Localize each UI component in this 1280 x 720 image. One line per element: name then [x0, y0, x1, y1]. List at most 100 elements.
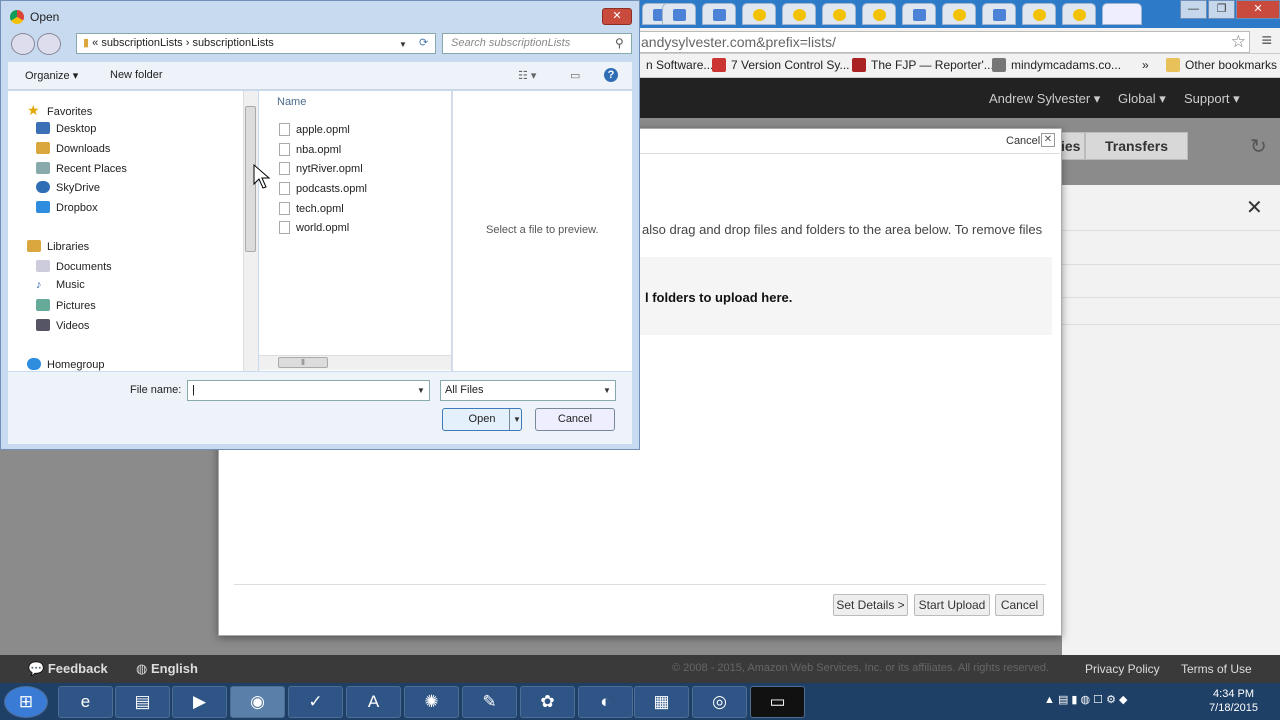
- browser-tab[interactable]: [662, 3, 696, 25]
- file-type-select[interactable]: All Files ▼: [440, 380, 616, 401]
- bookmark-item[interactable]: The FJP — Reporter'...: [852, 58, 994, 72]
- file-item[interactable]: nytRiver.opml: [279, 162, 363, 175]
- menu-icon[interactable]: ≡: [1261, 30, 1272, 51]
- bookmark-item[interactable]: n Software...: [646, 58, 713, 72]
- app-icon[interactable]: A: [346, 686, 401, 718]
- terminal-icon[interactable]: ▭: [750, 686, 805, 718]
- open-button[interactable]: Open ▼: [442, 408, 522, 431]
- explorer-icon[interactable]: ▤: [115, 686, 170, 718]
- chevron-down-icon[interactable]: ▼: [509, 409, 521, 430]
- modal-close-icon[interactable]: ✕: [1041, 133, 1055, 147]
- region-menu[interactable]: Global ▾: [1118, 91, 1166, 107]
- browser-tab[interactable]: [902, 3, 936, 25]
- column-header-name[interactable]: Name: [277, 96, 306, 108]
- chevron-down-icon[interactable]: ▼: [399, 35, 407, 54]
- browser-tab[interactable]: [1062, 3, 1096, 25]
- tray-icons[interactable]: ▲ ▤ ▮ ◍ ☐ ⚙ ◆: [1044, 693, 1127, 706]
- browser-tab[interactable]: [782, 3, 816, 25]
- chevron-down-icon[interactable]: ▼: [417, 381, 425, 400]
- start-button[interactable]: ⊞: [4, 686, 48, 718]
- bookmark-item[interactable]: 7 Version Control Sy...: [712, 58, 850, 72]
- breadcrumb-item[interactable]: subscriptionLists: [192, 37, 273, 49]
- breadcrumb-item[interactable]: subscriptionLists: [101, 37, 182, 49]
- user-menu[interactable]: Andrew Sylvester ▾: [989, 91, 1100, 107]
- window-close-button[interactable]: ✕: [1236, 0, 1280, 19]
- ie-icon[interactable]: e: [58, 686, 113, 718]
- browser-tab[interactable]: [942, 3, 976, 25]
- browser-tab[interactable]: [702, 3, 736, 25]
- close-icon[interactable]: ✕: [1246, 195, 1263, 220]
- nav-music[interactable]: ♪ Music: [36, 279, 85, 291]
- modal-cancel-link[interactable]: Cancel: [1006, 135, 1040, 147]
- paint-icon[interactable]: ✿: [520, 686, 575, 718]
- privacy-link[interactable]: Privacy Policy: [1085, 662, 1160, 676]
- app-icon[interactable]: ◎: [692, 686, 747, 718]
- nav-homegroup[interactable]: Homegroup: [27, 358, 104, 371]
- tab-transfers[interactable]: Transfers: [1085, 132, 1188, 160]
- new-tab-button[interactable]: [1102, 3, 1142, 25]
- start-upload-button[interactable]: Start Upload: [914, 594, 990, 616]
- bookmark-item[interactable]: mindymcadams.co...: [992, 58, 1121, 72]
- preview-pane-icon[interactable]: ▭: [570, 69, 580, 82]
- nav-libraries[interactable]: Libraries: [27, 240, 89, 253]
- firefox-icon[interactable]: ◐: [578, 686, 633, 718]
- refresh-icon[interactable]: ⟳: [419, 34, 428, 53]
- browser-tab[interactable]: [862, 3, 896, 25]
- search-input[interactable]: Search subscriptionLists ⚲: [442, 33, 632, 54]
- browser-tab[interactable]: [742, 3, 776, 25]
- bookmark-star-icon[interactable]: ☆: [1231, 32, 1246, 52]
- app-icon[interactable]: ✓: [288, 686, 343, 718]
- bookmarks-overflow[interactable]: »: [1142, 58, 1149, 72]
- nav-documents[interactable]: Documents: [36, 260, 112, 273]
- tab-properties[interactable]: ies: [1060, 132, 1085, 160]
- help-icon[interactable]: ?: [604, 68, 618, 82]
- modal-cancel-button[interactable]: Cancel: [995, 594, 1044, 616]
- file-item[interactable]: podcasts.opml: [279, 182, 367, 195]
- forward-button[interactable]: [37, 33, 61, 55]
- bookmark-folder[interactable]: Other bookmarks: [1166, 58, 1277, 72]
- path-breadcrumb[interactable]: ▮ « subscriptionLists › subscriptionList…: [76, 33, 436, 54]
- file-name-input[interactable]: | ▼: [187, 380, 430, 401]
- nav-videos[interactable]: Videos: [36, 319, 89, 332]
- nav-dropbox[interactable]: Dropbox: [36, 201, 98, 214]
- minimize-button[interactable]: —: [1180, 0, 1207, 19]
- new-folder-button[interactable]: New folder: [110, 69, 163, 81]
- file-item[interactable]: tech.opml: [279, 202, 344, 215]
- app-icon[interactable]: ✎: [462, 686, 517, 718]
- breadcrumb-overflow[interactable]: «: [92, 37, 98, 49]
- nav-skydrive[interactable]: SkyDrive: [36, 181, 100, 194]
- media-player-icon[interactable]: ▶: [172, 686, 227, 718]
- nav-downloads[interactable]: Downloads: [36, 142, 110, 155]
- file-item[interactable]: nba.opml: [279, 143, 341, 156]
- dialog-close-button[interactable]: ✕: [602, 8, 632, 25]
- file-item[interactable]: world.opml: [279, 221, 349, 234]
- view-options-icon[interactable]: ☷ ▾: [518, 69, 536, 82]
- browser-tab[interactable]: [982, 3, 1016, 25]
- nav-recent-places[interactable]: Recent Places: [36, 162, 127, 175]
- file-name: world.opml: [296, 222, 350, 234]
- clock[interactable]: 4:34 PM 7/18/2015: [1209, 687, 1258, 715]
- browser-tab[interactable]: [1022, 3, 1056, 25]
- chrome-icon: [10, 10, 24, 24]
- chrome-icon[interactable]: ◉: [230, 686, 285, 718]
- feedback-link[interactable]: 💬 Feedback: [28, 661, 108, 677]
- document-icon[interactable]: ▦: [634, 686, 689, 718]
- organize-button[interactable]: Organize ▾: [25, 69, 78, 82]
- set-details-button[interactable]: Set Details >: [833, 594, 908, 616]
- scrollbar-thumb[interactable]: ⦀: [278, 357, 328, 368]
- refresh-icon[interactable]: ↻: [1250, 134, 1267, 159]
- nav-label: SkyDrive: [56, 182, 101, 194]
- nav-favorites[interactable]: ★ Favorites: [27, 102, 92, 118]
- browser-tab[interactable]: [822, 3, 856, 25]
- file-item[interactable]: apple.opml: [279, 123, 350, 136]
- maximize-button[interactable]: ❐: [1208, 0, 1235, 19]
- support-menu[interactable]: Support ▾: [1184, 91, 1240, 107]
- feedback-label: Feedback: [47, 661, 108, 676]
- terms-link[interactable]: Terms of Use: [1181, 662, 1252, 676]
- nav-pictures[interactable]: Pictures: [36, 299, 96, 312]
- back-button[interactable]: [11, 33, 35, 55]
- nav-desktop[interactable]: Desktop: [36, 122, 96, 135]
- language-selector[interactable]: ◍ English: [136, 661, 198, 677]
- settings-icon[interactable]: ✺: [404, 686, 459, 718]
- dialog-cancel-button[interactable]: Cancel: [535, 408, 615, 431]
